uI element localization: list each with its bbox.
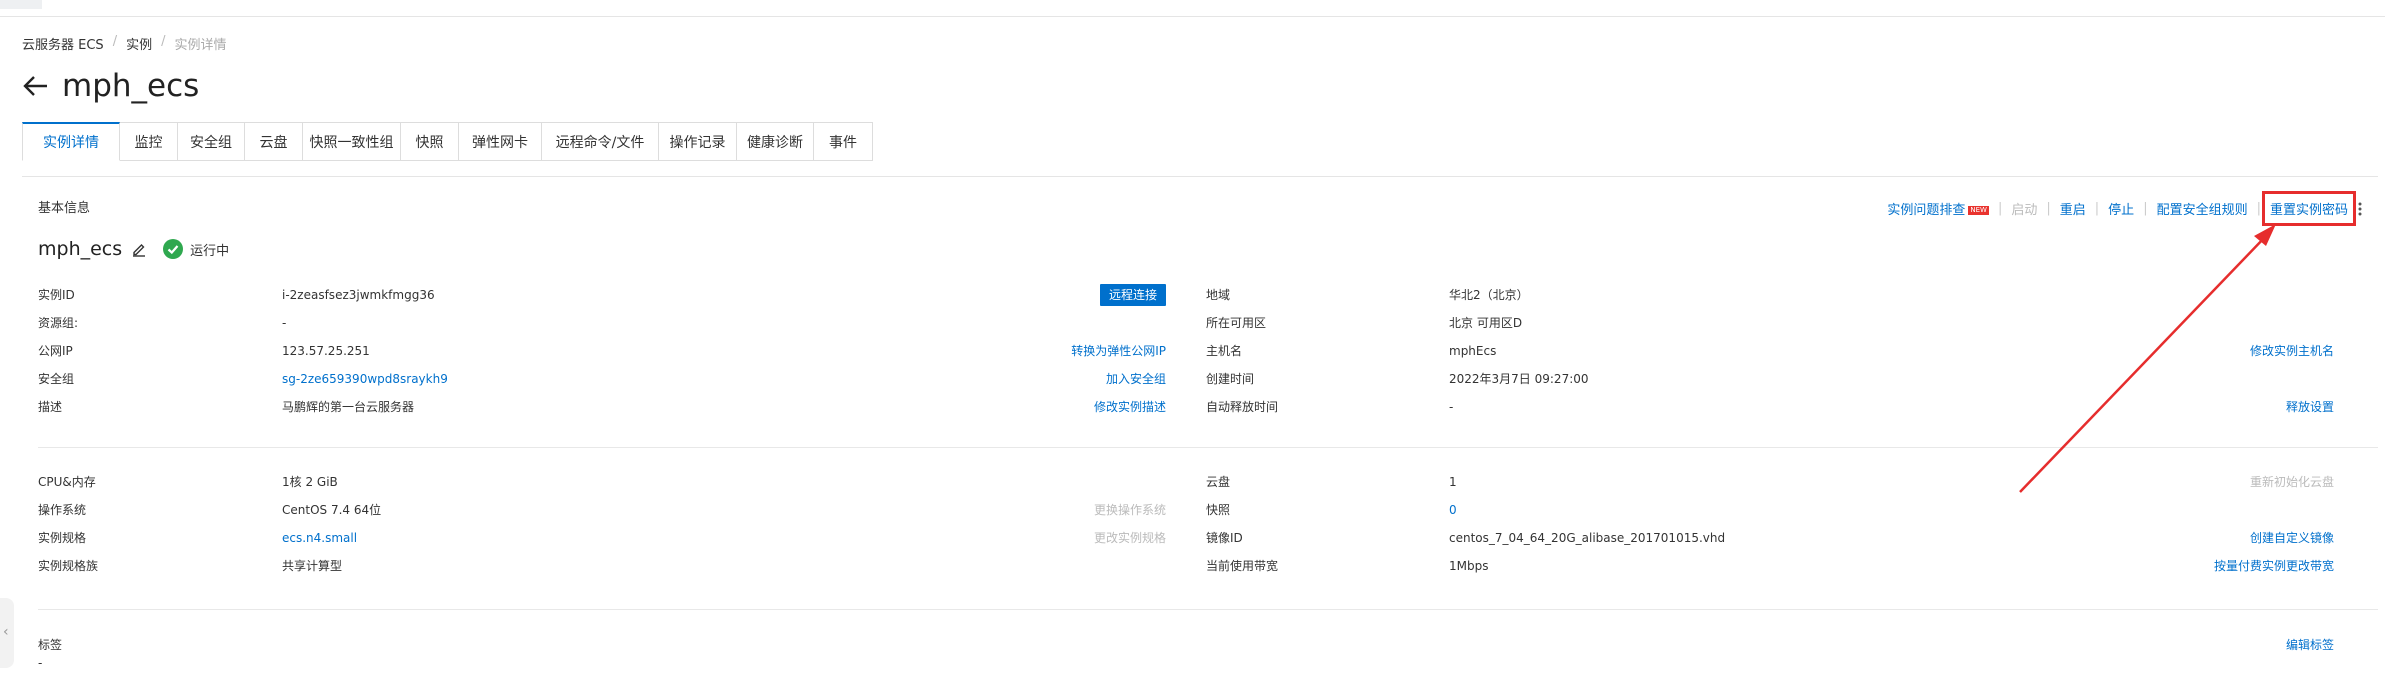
- image-id-label: 镜像ID: [1206, 531, 1243, 545]
- action-divider: |: [2094, 201, 2100, 216]
- instance-family-value: 共享计算型: [282, 559, 343, 573]
- more-vertical-icon[interactable]: [2358, 202, 2362, 216]
- description-label: 描述: [38, 400, 63, 414]
- action-divider: |: [2143, 201, 2148, 216]
- tab-snapshot-consistency-group[interactable]: 快照一致性组: [303, 122, 401, 161]
- resource-group-value: -: [282, 316, 287, 330]
- tags-label: 标签: [38, 638, 63, 652]
- create-custom-image-link[interactable]: 创建自定义镜像: [2250, 530, 2334, 546]
- region-label: 地域: [1206, 288, 1231, 302]
- zone-label: 所在可用区: [1206, 316, 1267, 330]
- instance-name: mph_ecs: [38, 238, 123, 260]
- tab-remote-commands[interactable]: 远程命令/文件: [542, 122, 659, 161]
- chevron-left-icon: ‹: [3, 624, 9, 640]
- created-time-label: 创建时间: [1206, 372, 1255, 386]
- troubleshoot-link[interactable]: 实例问题排查 NEW: [1887, 199, 1989, 218]
- edit-icon[interactable]: [131, 241, 147, 257]
- section-divider: [38, 447, 2378, 448]
- hostname-value: mphEcs: [1449, 344, 1497, 358]
- security-group-label: 安全组: [38, 372, 75, 386]
- os-label: 操作系统: [38, 503, 87, 517]
- tab-monitoring[interactable]: 监控: [120, 122, 178, 161]
- instance-id-value: i-2zeasfsez3jwmkfmgg36: [282, 288, 435, 302]
- action-divider: |: [2256, 201, 2261, 216]
- config-security-rules-link[interactable]: 配置安全组规则: [2157, 199, 2248, 218]
- change-bandwidth-link[interactable]: 按量付费实例更改带宽: [2214, 558, 2334, 574]
- arrow-left-icon[interactable]: [22, 72, 50, 100]
- breadcrumb-instances[interactable]: 实例: [126, 34, 152, 53]
- auto-release-value: -: [1449, 400, 1454, 414]
- bandwidth-value: 1Mbps: [1449, 559, 1489, 573]
- remote-connect-button[interactable]: 远程连接: [1100, 284, 1167, 306]
- convert-eip-link[interactable]: 转换为弹性公网IP: [1071, 343, 1166, 359]
- instance-actions: 实例问题排查 NEW | 启动 | 重启 | 停止 | 配置安全组规则 | 重置实…: [1887, 191, 2362, 226]
- basic-info-panel: 基本信息 实例问题排查 NEW | 启动 | 重启 | 停止 | 配置安全组规则 …: [22, 176, 2378, 687]
- troubleshoot-label: 实例问题排查: [1887, 203, 1966, 218]
- start-button: 启动: [2011, 203, 2038, 218]
- edit-description-link[interactable]: 修改实例描述: [1094, 399, 1166, 415]
- action-divider: |: [1997, 201, 2003, 216]
- reset-password-button[interactable]: 重置实例密码: [2261, 191, 2357, 226]
- resource-group-label: 资源组:: [38, 316, 79, 330]
- action-divider: |: [2046, 201, 2051, 216]
- tab-instance-details[interactable]: 实例详情: [22, 122, 120, 161]
- breadcrumb-ecs[interactable]: 云服务器 ECS: [22, 34, 104, 53]
- reinit-disk-link: 重新初始化云盘: [2249, 475, 2334, 489]
- tab-eni[interactable]: 弹性网卡: [459, 122, 542, 161]
- top-bar-corner: [0, 0, 42, 9]
- tab-operation-logs[interactable]: 操作记录: [659, 122, 737, 161]
- release-settings-link[interactable]: 释放设置: [2286, 399, 2334, 415]
- edit-hostname-link[interactable]: 修改实例主机名: [2250, 343, 2334, 359]
- disk-value: 1: [1449, 475, 1457, 489]
- tab-cloud-disks[interactable]: 云盘: [245, 122, 303, 161]
- breadcrumb-separator: /: [112, 34, 118, 49]
- section-title: 基本信息: [38, 201, 91, 216]
- instance-id-label: 实例ID: [38, 288, 75, 302]
- restart-button[interactable]: 重启: [2060, 199, 2086, 218]
- zone-value: 北京 可用区D: [1449, 316, 1523, 330]
- join-security-group-link[interactable]: 加入安全组: [1106, 371, 1166, 387]
- instance-type-label: 实例规格: [38, 531, 87, 545]
- breadcrumb-separator: /: [161, 34, 166, 49]
- section-divider: [38, 609, 2378, 610]
- hostname-label: 主机名: [1206, 344, 1243, 358]
- tab-security-groups[interactable]: 安全组: [178, 122, 245, 161]
- auto-release-label: 自动释放时间: [1206, 400, 1279, 414]
- instance-type-link[interactable]: ecs.n4.small: [282, 530, 357, 546]
- snapshot-label: 快照: [1206, 503, 1231, 517]
- check-circle-icon: [163, 239, 184, 259]
- page-title: mph_ecs: [62, 68, 200, 104]
- os-value: CentOS 7.4 64位: [282, 503, 382, 517]
- created-time-value: 2022年3月7日 09:27:00: [1449, 372, 1589, 386]
- tags-value: -: [38, 656, 43, 670]
- top-bar: [0, 0, 2385, 17]
- security-group-link[interactable]: sg-2ze659390wpd8sraykh9: [282, 371, 448, 387]
- cpu-memory-value: 1核 2 GiB: [282, 475, 338, 489]
- tab-events[interactable]: 事件: [814, 122, 873, 161]
- instance-family-label: 实例规格族: [38, 559, 99, 573]
- public-ip-value: 123.57.25.251: [282, 344, 370, 358]
- stop-button[interactable]: 停止: [2108, 199, 2134, 218]
- tab-bar: 实例详情 监控 安全组 云盘 快照一致性组 快照 弹性网卡 远程命令/文件 操作…: [22, 122, 873, 161]
- sidebar-collapse-handle[interactable]: ‹: [0, 598, 14, 668]
- page-header: mph_ecs: [22, 66, 199, 106]
- tab-snapshots[interactable]: 快照: [401, 122, 459, 161]
- change-os-link: 更换操作系统: [1093, 503, 1166, 517]
- change-instance-type-link: 更改实例规格: [1093, 531, 1166, 545]
- public-ip-label: 公网IP: [38, 344, 73, 358]
- image-id-value: centos_7_04_64_20G_alibase_201701015.vhd: [1449, 531, 1726, 545]
- snapshot-count-link[interactable]: 0: [1449, 502, 1457, 518]
- instance-name-row: mph_ecs 运行中: [38, 238, 229, 260]
- disk-label: 云盘: [1206, 475, 1231, 489]
- edit-tags-link[interactable]: 编辑标签: [2286, 637, 2334, 653]
- region-value: 华北2（北京）: [1449, 288, 1529, 302]
- status-text: 运行中: [190, 243, 230, 259]
- breadcrumb-current: 实例详情: [174, 38, 227, 53]
- bandwidth-label: 当前使用带宽: [1206, 559, 1279, 573]
- description-value: 马鹏辉的第一台云服务器: [282, 400, 415, 414]
- breadcrumb: 云服务器 ECS / 实例 / 实例详情: [22, 34, 227, 53]
- cpu-memory-label: CPU&内存: [38, 475, 96, 489]
- new-badge: NEW: [1968, 206, 1989, 215]
- tab-health-diagnosis[interactable]: 健康诊断: [737, 122, 814, 161]
